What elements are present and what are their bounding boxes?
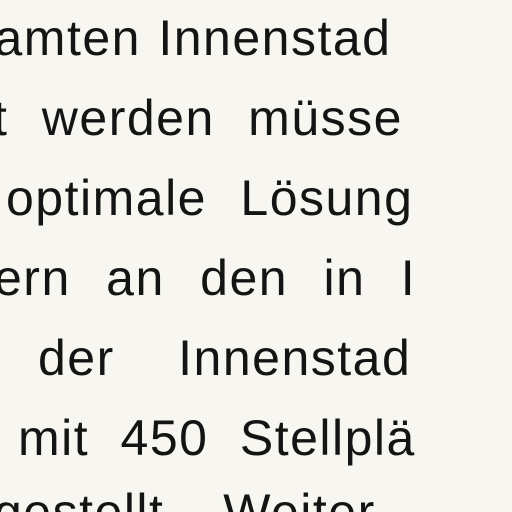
text-line-2: t werden müsse xyxy=(0,90,403,146)
text-line-4: ern an den in I xyxy=(0,250,417,306)
text-line-5: der Innenstad xyxy=(38,330,412,386)
text-line-6: mit 450 Stellplä xyxy=(18,410,416,466)
document-page: samten Innenstad t werden müsse optimale… xyxy=(0,0,512,512)
text-line-7: gestellt. Weiter xyxy=(0,484,376,512)
text-line-3: optimale Lösung xyxy=(6,170,414,226)
text-line-1: samten Innenstad xyxy=(0,10,392,66)
